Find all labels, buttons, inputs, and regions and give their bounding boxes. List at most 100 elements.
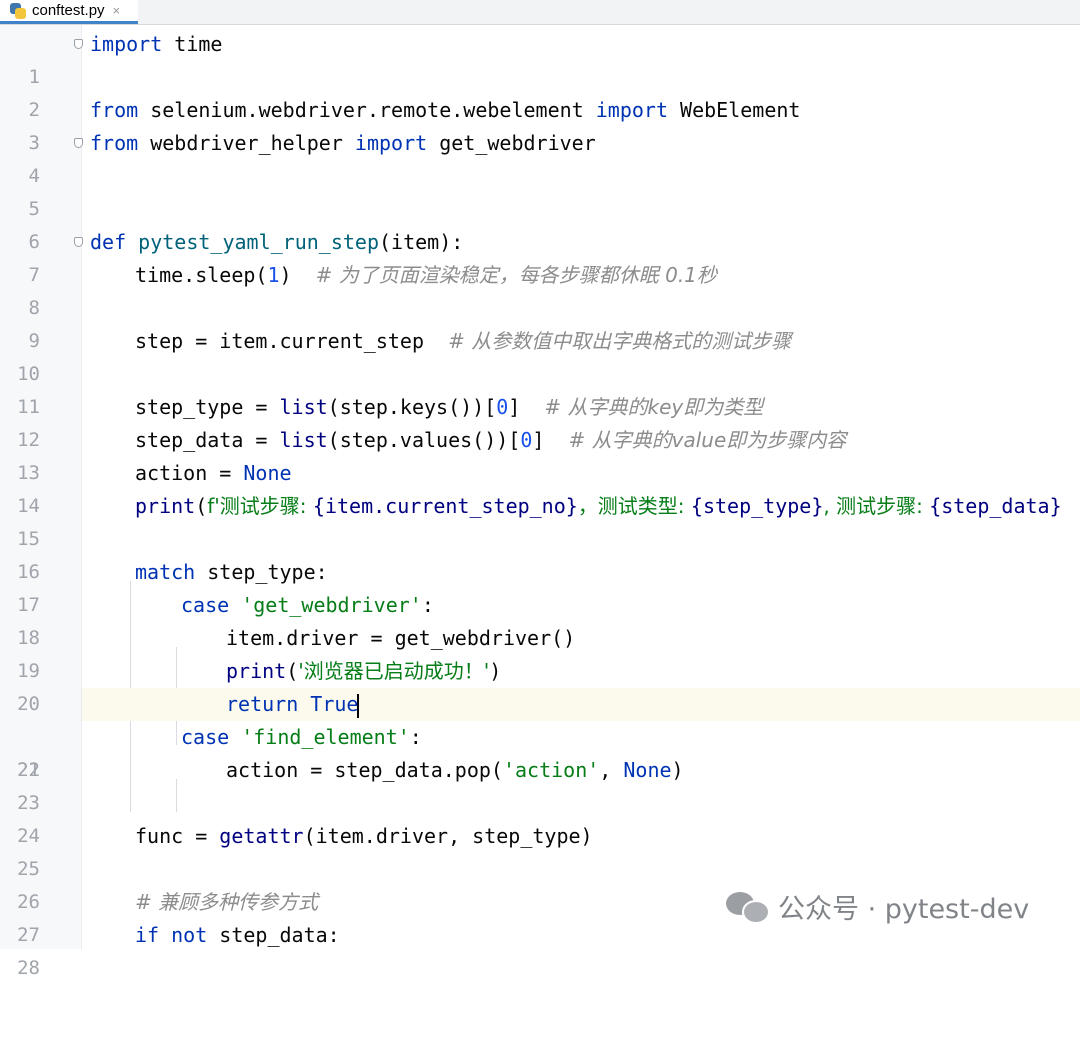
keyword: None <box>243 461 292 485</box>
code-line-current[interactable]: 21 return True <box>0 688 1080 781</box>
fold-marker-icon[interactable] <box>74 138 83 148</box>
number-literal: 1 <box>267 263 280 287</box>
keyword: case <box>181 725 230 749</box>
fold-marker-icon[interactable] <box>74 39 83 49</box>
fstring-expression: {step_type} <box>690 494 824 518</box>
code-text: ) <box>279 263 316 287</box>
code-line[interactable]: 10 step = item.current_step # 从参数值中取出字典格… <box>0 325 1080 385</box>
tab-conftest-py[interactable]: conftest.py × <box>0 0 138 24</box>
keyword: match <box>135 560 196 584</box>
python-file-icon <box>10 2 26 19</box>
code-line[interactable]: 14 action = None <box>0 457 1080 517</box>
tab-filename: conftest.py <box>32 2 105 19</box>
keyword: if <box>135 923 160 947</box>
code-text: step_data = <box>135 428 280 452</box>
code-line[interactable]: 26 <box>0 853 1080 913</box>
comment: # 从字典的value即为步骤内容 <box>568 428 847 452</box>
code-text: ( <box>286 659 299 683</box>
code-text: WebElement <box>667 98 801 122</box>
comment: # 为了页面渲染稳定，每各步骤都休眠 0.1秒 <box>315 263 717 287</box>
code-line[interactable]: 23 action = step_data.pop('action', None… <box>0 754 1080 814</box>
builtin: getattr <box>219 824 304 848</box>
keyword: True <box>310 692 359 716</box>
close-icon[interactable]: × <box>113 3 121 18</box>
string-literal: f'测试步骤: <box>207 494 313 518</box>
code-line[interactable]: 1 import time <box>0 28 1080 88</box>
keyword: def <box>90 230 127 254</box>
keyword: from <box>90 131 139 155</box>
code-line[interactable]: 3 from selenium.webdriver.remote.webelem… <box>0 94 1080 154</box>
code-line[interactable]: 8 time.sleep(1) # 为了页面渲染稳定，每各步骤都休眠 0.1秒 <box>0 259 1080 319</box>
comment: # 从参数值中取出字典格式的测试步骤 <box>448 329 792 353</box>
watermark: 公众号 · pytest-dev <box>726 884 1029 928</box>
string-literal: 'get_webdriver' <box>241 593 422 617</box>
number-literal: 0 <box>520 428 533 452</box>
comment: # 兼顾多种传参方式 <box>135 890 319 914</box>
fold-marker-icon[interactable] <box>74 237 83 247</box>
code-text: action = <box>135 461 244 485</box>
code-text: (item.driver, step_type) <box>303 824 593 848</box>
code-line[interactable]: 2 <box>0 61 1080 121</box>
code-text: step_type: <box>195 560 328 584</box>
text-caret <box>357 693 360 718</box>
code-text: : <box>409 725 422 749</box>
code-line[interactable]: 5 <box>0 160 1080 220</box>
number-literal: 0 <box>496 395 509 419</box>
code-line[interactable]: 17 match step_type: <box>0 556 1080 616</box>
code-line[interactable]: 12 step_type = list(step.keys())[0] # 从字… <box>0 391 1080 451</box>
code-text: time <box>162 32 223 56</box>
code-text: webdriver_helper <box>138 131 355 155</box>
code-line[interactable]: 24 <box>0 787 1080 847</box>
fstring-expression: {item.current_step_no} <box>312 494 578 518</box>
code-line[interactable]: 18 case 'get_webdriver': <box>0 589 1080 649</box>
code-line[interactable]: 15 print(f'测试步骤: {item.current_step_no}，… <box>0 490 1080 550</box>
keyword: import <box>90 32 163 56</box>
keyword: not <box>171 923 208 947</box>
code-line[interactable]: 9 <box>0 292 1080 352</box>
code-text: (step.values())[ <box>327 428 521 452</box>
string-literal: 'action' <box>502 758 600 782</box>
code-line[interactable]: 6 <box>0 193 1080 253</box>
comment: # 从字典的key即为类型 <box>544 395 764 419</box>
code-line[interactable]: 4 from webdriver_helper import get_webdr… <box>0 127 1080 187</box>
builtin: list <box>279 395 328 419</box>
code-line[interactable]: 19 item.driver = get_webdriver() <box>0 622 1080 682</box>
code-text: (item): <box>379 230 464 254</box>
code-text: item.driver = get_webdriver() <box>226 626 576 650</box>
code-line[interactable]: 20 print('浏览器已启动成功！') <box>0 655 1080 715</box>
wechat-icon <box>726 888 770 924</box>
editor-tab-bar: conftest.py × <box>0 0 1080 25</box>
keyword: import <box>354 131 428 155</box>
line-number: 28 <box>17 957 40 979</box>
keyword: None <box>623 758 672 782</box>
keyword: case <box>181 593 230 617</box>
string-literal: , 测试步骤: <box>823 494 930 518</box>
keyword: from <box>90 98 139 122</box>
code-line[interactable]: 13 step_data = list(step.values())[0] # … <box>0 424 1080 484</box>
string-literal: 'find_element' <box>241 725 410 749</box>
code-text: (step.keys())[ <box>327 395 497 419</box>
code-text: , <box>599 758 624 782</box>
code-line[interactable]: 11 <box>0 358 1080 418</box>
code-text: ) <box>489 659 502 683</box>
code-line[interactable]: 25 func = getattr(item.driver, step_type… <box>0 820 1080 880</box>
keyword: return <box>226 692 299 716</box>
fstring-expression: {step_data} <box>929 494 1062 518</box>
code-text: func = <box>135 824 220 848</box>
watermark-text: 公众号 · pytest-dev <box>778 893 1030 925</box>
code-line[interactable]: 16 <box>0 523 1080 583</box>
code-text: ] <box>508 395 545 419</box>
code-text: step_type = <box>135 395 280 419</box>
code-text: ] <box>532 428 569 452</box>
string-literal: ，测试类型: <box>577 494 691 518</box>
code-text: selenium.webdriver.remote.webelement <box>138 98 596 122</box>
code-text: : <box>421 593 434 617</box>
code-text: time.sleep( <box>135 263 268 287</box>
code-line[interactable]: 7 def pytest_yaml_run_step(item): <box>0 226 1080 286</box>
code-line[interactable]: 22 case 'find_element': <box>0 721 1080 781</box>
